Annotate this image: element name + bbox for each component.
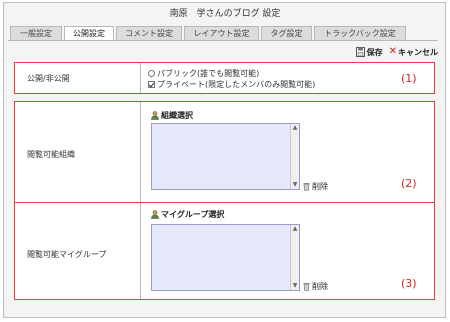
org-label-cell: 閲覧可能組織	[15, 102, 141, 202]
cancel-button[interactable]: ✕ キャンセル	[389, 47, 438, 58]
trash-icon	[303, 283, 310, 291]
groups-delete-label: 削除	[312, 282, 328, 291]
org-delete-label: 削除	[312, 182, 328, 191]
org-listbox[interactable]: ▲ ▼	[151, 123, 300, 190]
tab-general[interactable]: 一般設定	[10, 26, 62, 41]
scroll-up-icon[interactable]: ▲	[292, 226, 298, 232]
private-checkbox[interactable]	[148, 81, 155, 88]
group-select-button[interactable]: マイグループ選択	[151, 209, 224, 220]
trash-icon	[303, 183, 310, 191]
action-bar: 保存 ✕ キャンセル	[350, 46, 438, 58]
visibility-label-cell: 公開/非公開	[15, 63, 141, 93]
save-label: 保存	[366, 47, 383, 57]
save-icon	[355, 47, 365, 57]
section-marker-3: (3)	[401, 277, 417, 290]
groups-listbox[interactable]: ▲ ▼	[151, 224, 300, 291]
visibility-section: 公開/非公開 パブリック(誰でも閲覧可能) プライベート(限定したメンバのみ閲覧…	[14, 62, 435, 94]
private-option-label: プライベート(限定したメンバのみ閲覧可能)	[157, 80, 316, 89]
org-select-button[interactable]: 組織選択	[151, 110, 193, 121]
scroll-up-icon[interactable]: ▲	[292, 125, 298, 131]
group-select-label: マイグループ選択	[161, 210, 225, 219]
tab-layout[interactable]: レイアウト設定	[184, 26, 259, 41]
groups-label-cell: 閲覧可能マイグループ	[15, 203, 141, 299]
tab-divider	[8, 40, 438, 41]
org-delete-button[interactable]: 削除	[303, 181, 328, 192]
org-row: 閲覧可能組織 組織選択 ▲ ▼ 削除 (2)	[15, 102, 434, 203]
page-title: 南原 学さんのブログ 設定	[169, 9, 281, 19]
permissions-section: 閲覧可能組織 組織選択 ▲ ▼ 削除 (2) 閲覧可能マイグループ マイグループ…	[14, 101, 435, 300]
person-icon	[151, 111, 159, 120]
scroll-down-icon[interactable]: ▼	[292, 283, 298, 289]
scroll-down-icon[interactable]: ▼	[292, 182, 298, 188]
public-radio[interactable]	[148, 70, 155, 77]
org-label: 閲覧可能組織	[27, 150, 75, 159]
cancel-label: キャンセル	[398, 47, 438, 57]
org-select-label: 組織選択	[161, 111, 193, 120]
save-button[interactable]: 保存	[355, 47, 383, 58]
tab-comments[interactable]: コメント設定	[116, 26, 182, 41]
tab-tags[interactable]: タグ設定	[261, 26, 312, 41]
visibility-label: 公開/非公開	[27, 74, 70, 83]
public-option[interactable]: パブリック(誰でも閲覧可能)	[148, 68, 259, 79]
section-marker-2: (2)	[401, 177, 417, 190]
groups-scrollbar[interactable]: ▲ ▼	[290, 225, 299, 290]
groups-delete-button[interactable]: 削除	[303, 281, 328, 292]
groups-label: 閲覧可能マイグループ	[27, 250, 107, 259]
tab-trackback[interactable]: トラックバック設定	[314, 26, 406, 41]
groups-row: 閲覧可能マイグループ マイグループ選択 ▲ ▼ 削除 (3)	[15, 203, 434, 299]
org-scrollbar[interactable]: ▲ ▼	[290, 124, 299, 189]
tab-visibility[interactable]: 公開設定	[64, 26, 114, 41]
public-option-label: パブリック(誰でも閲覧可能)	[157, 69, 260, 78]
private-option[interactable]: プライベート(限定したメンバのみ閲覧可能)	[148, 79, 315, 90]
close-icon: ✕	[388, 46, 397, 57]
section-marker-1: (1)	[401, 72, 417, 85]
person-icon	[151, 210, 159, 219]
